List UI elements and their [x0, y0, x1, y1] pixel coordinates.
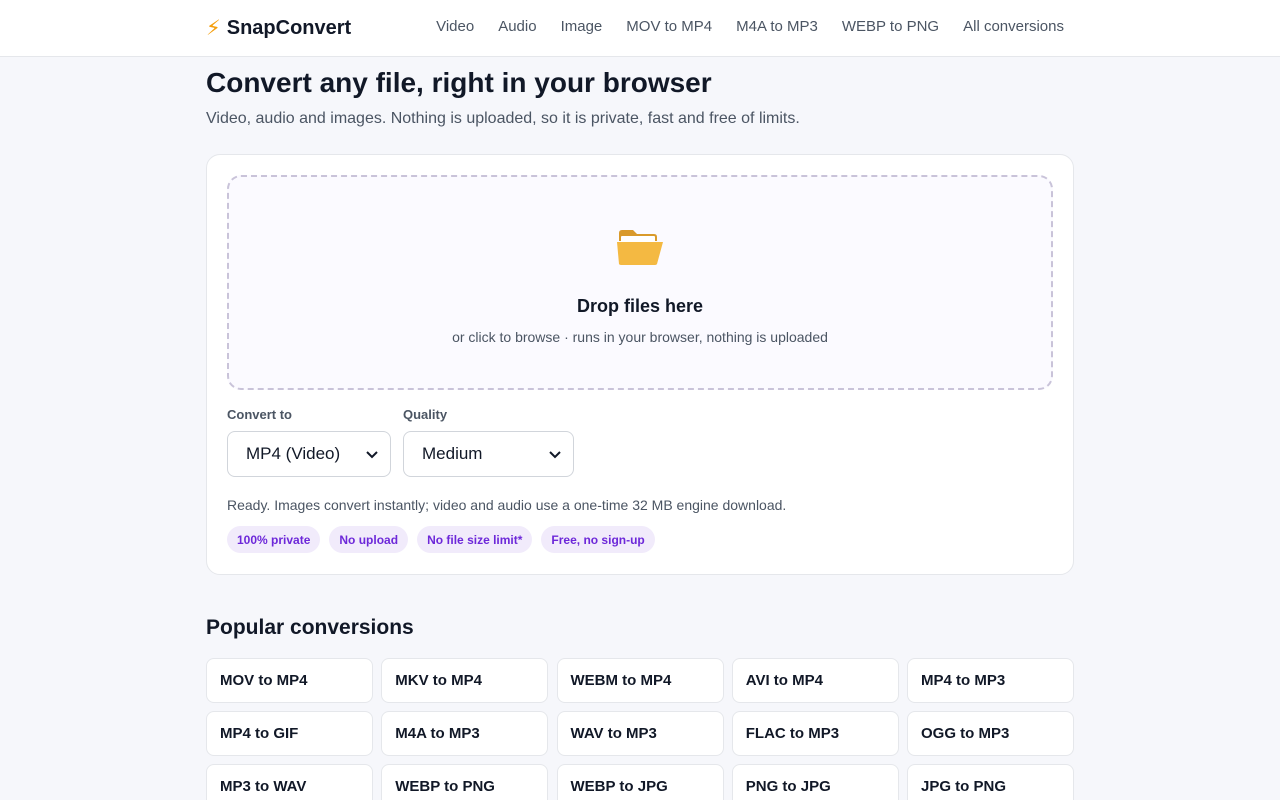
badge-free: Free, no sign-up — [541, 526, 655, 553]
nav-webp-to-png[interactable]: WEBP to PNG — [842, 18, 939, 36]
feature-badges: 100% private No upload No file size limi… — [227, 526, 655, 553]
status-message: Ready. Images convert instantly; video a… — [227, 497, 787, 513]
nav-m4a-to-mp3[interactable]: M4A to MP3 — [736, 18, 818, 36]
chevron-down-icon — [549, 447, 561, 462]
popular-conversions-grid: MOV to MP4 MKV to MP4 WEBM to MP4 AVI to… — [206, 658, 1074, 800]
page-title: Convert any file, right in your browser — [206, 67, 712, 98]
popular-conversions-title: Popular conversions — [206, 616, 414, 639]
conversion-link[interactable]: MP4 to GIF — [206, 711, 373, 756]
conversion-link[interactable]: M4A to MP3 — [381, 711, 549, 756]
main-nav: Video Audio Image MOV to MP4 M4A to MP3 … — [436, 18, 1064, 36]
converter-card: Drop files here or click to browse · run… — [206, 154, 1074, 575]
conversion-link[interactable]: WEBP to PNG — [381, 764, 549, 800]
badge-no-size-limit: No file size limit* — [417, 526, 533, 553]
conversion-link[interactable]: JPG to PNG — [907, 764, 1074, 800]
badge-no-upload: No upload — [329, 526, 409, 553]
nav-video[interactable]: Video — [436, 18, 474, 36]
conversion-link[interactable]: WEBP to JPG — [556, 764, 724, 800]
brand-logo[interactable]: ⚡ SnapConvert — [206, 15, 351, 41]
brand-name: SnapConvert — [226, 16, 352, 39]
quality-label: Quality — [403, 407, 448, 422]
conversion-link[interactable]: MP3 to WAV — [206, 764, 373, 800]
conversion-link[interactable]: MOV to MP4 — [206, 658, 373, 703]
nav-audio[interactable]: Audio — [498, 18, 536, 36]
conversion-link[interactable]: WEBM to MP4 — [556, 658, 724, 703]
dropzone-title: Drop files here — [576, 296, 704, 316]
convert-to-value: MP4 (Video) — [246, 444, 341, 463]
quality-select[interactable]: Medium — [403, 431, 574, 477]
conversion-link[interactable]: OGG to MP3 — [907, 711, 1074, 756]
lightning-bolt-icon: ⚡ — [206, 16, 221, 40]
nav-image[interactable]: Image — [561, 18, 603, 36]
convert-to-label: Convert to — [227, 407, 292, 422]
folder-open-icon — [229, 227, 1051, 278]
dropzone-subtitle: or click to browse · runs in your browse… — [452, 329, 828, 345]
convert-to-select[interactable]: MP4 (Video) — [227, 431, 391, 477]
conversion-link[interactable]: PNG to JPG — [731, 764, 899, 800]
nav-all-conversions[interactable]: All conversions — [963, 18, 1064, 36]
conversion-link[interactable]: WAV to MP3 — [556, 711, 724, 756]
file-dropzone[interactable]: Drop files here or click to browse · run… — [227, 175, 1053, 390]
page-subtitle: Video, audio and images. Nothing is uplo… — [206, 110, 800, 127]
badge-private: 100% private — [227, 526, 321, 553]
conversion-link[interactable]: FLAC to MP3 — [731, 711, 899, 756]
conversion-link[interactable]: MP4 to MP3 — [907, 658, 1074, 703]
nav-mov-to-mp4[interactable]: MOV to MP4 — [626, 18, 712, 36]
top-bar: ⚡ SnapConvert Video Audio Image MOV to M… — [0, 0, 1280, 57]
quality-value: Medium — [422, 444, 483, 463]
chevron-down-icon — [366, 447, 378, 462]
conversion-link[interactable]: AVI to MP4 — [731, 658, 899, 703]
conversion-link[interactable]: MKV to MP4 — [381, 658, 549, 703]
